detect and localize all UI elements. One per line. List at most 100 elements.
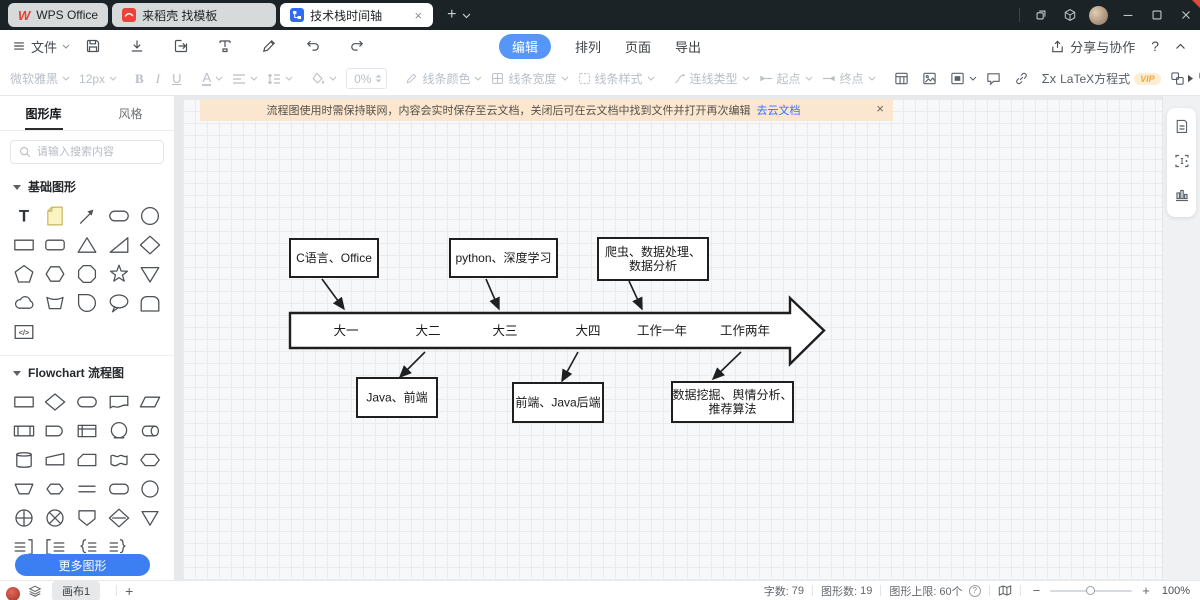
shape-direct-data[interactable] [134,416,166,445]
shape-speech-bubble[interactable] [103,288,135,317]
underline-button[interactable]: U [172,71,181,86]
nav-arrange[interactable]: 排列 [575,37,601,56]
tab-style[interactable]: 风格 [87,96,174,130]
shape-star[interactable] [103,259,135,288]
connector-arrow[interactable] [629,281,642,309]
zoom-slider[interactable] [1050,590,1132,592]
tab-shape-library[interactable]: 图形库 [0,96,87,130]
shape-rectangle[interactable] [8,230,40,259]
shape-loop-limit[interactable] [103,416,135,445]
page-setup-icon[interactable] [1174,153,1190,172]
shape-off-page-connector[interactable] [71,503,103,532]
minimize-icon[interactable] [1113,0,1142,30]
font-family-select[interactable]: 微软雅黑 [10,70,70,87]
nav-page[interactable]: 页面 [625,37,651,56]
shape-internal-storage[interactable] [71,416,103,445]
start-point-button[interactable]: 起点 [759,70,813,87]
latex-button[interactable]: Σx LaTeX方程式 VIP [1042,70,1161,87]
close-tab-icon[interactable]: × [413,8,423,23]
shape-split-diamond[interactable] [103,503,135,532]
end-point-button[interactable]: 终点 [822,70,876,87]
timeline-label[interactable]: 大一 [333,324,358,338]
shape-inverted-triangle[interactable] [134,259,166,288]
shape-text[interactable]: T [8,201,40,230]
shape-terminator[interactable] [71,387,103,416]
shape-process[interactable] [8,387,40,416]
timeline-label[interactable]: 大二 [415,324,440,338]
minimap-icon[interactable] [998,584,1012,597]
shape-teardrop[interactable] [71,288,103,317]
nav-export[interactable]: 导出 [675,37,701,56]
bottom-box-1[interactable]: Java、前端 [357,378,437,417]
zoom-in-button[interactable]: + [1138,583,1154,598]
redo-button[interactable] [349,38,365,54]
insert-image-button[interactable] [922,71,937,86]
group-button[interactable] [1170,71,1185,86]
top-box-2[interactable]: python、深度学习 [450,239,557,277]
shape-rounded-rectangle[interactable] [40,230,72,259]
shape-database[interactable] [8,445,40,474]
tab-document[interactable]: 技术栈时间轴 × [280,3,433,27]
shape-document[interactable] [103,387,135,416]
canvas[interactable]: 大一大二大三大四工作一年工作两年C语言、Officepython、深度学习爬虫、… [175,96,1162,580]
shape-or-junction[interactable] [40,503,72,532]
expand-panel-icon[interactable] [1187,72,1194,86]
shape-round-top-rectangle[interactable] [134,288,166,317]
import-button[interactable] [173,38,189,54]
connector-arrow[interactable] [400,352,425,377]
shape-arc-trapezoid[interactable] [40,288,72,317]
insert-frame-button[interactable] [950,71,977,86]
timeline-label[interactable]: 大四 [575,324,600,338]
shape-rounded-process[interactable] [103,474,135,503]
shape-delay[interactable] [40,416,72,445]
shape-preparation[interactable] [134,445,166,474]
link-button[interactable] [1014,71,1029,86]
timeline-label[interactable]: 大三 [492,324,517,338]
chart-panel-icon[interactable] [1174,187,1190,206]
connector-arrow[interactable] [486,279,499,309]
shape-diamond[interactable] [134,230,166,259]
shape-summing-junction[interactable] [8,503,40,532]
font-size-select[interactable]: 12px [79,72,117,86]
section-flowchart[interactable]: Flowchart 流程图 [0,356,174,384]
banner-close-icon[interactable]: × [876,101,884,116]
align-button[interactable] [232,73,258,85]
section-basic-shapes[interactable]: 基础图形 [0,170,174,198]
shape-decision[interactable] [40,387,72,416]
shape-line-arrow[interactable] [71,201,103,230]
search-input[interactable] [37,146,147,158]
edit-pencil-button[interactable] [261,38,277,54]
shape-octagon[interactable] [71,259,103,288]
download-button[interactable] [129,38,145,54]
line-color-button[interactable]: 线条颜色 [405,70,482,87]
apps-cube-icon[interactable] [1055,0,1084,30]
add-canvas-button[interactable]: + [125,583,133,599]
shape-double-line[interactable] [71,474,103,503]
bold-button[interactable]: B [135,71,144,87]
banner-link[interactable]: 去云文档 [757,102,801,118]
avatar[interactable] [1084,0,1113,30]
shape-manual-input[interactable] [40,445,72,474]
shape-trapezoid[interactable] [8,474,40,503]
shape-hexagon-node[interactable] [40,474,72,503]
shape-stadium[interactable] [103,201,135,230]
shape-merge-triangle[interactable] [134,503,166,532]
line-style-button[interactable]: 线条样式 [578,70,655,87]
tab-wps-office[interactable]: W WPS Office [8,3,108,27]
format-painter-button[interactable] [217,38,233,54]
shape-circle-node[interactable] [134,474,166,503]
more-shapes-button[interactable]: 更多图形 [15,554,150,576]
line-width-button[interactable]: 线条宽度 [491,70,568,87]
bottom-box-2[interactable]: 前端、Java后端 [513,383,603,422]
timeline-label[interactable]: 工作两年 [720,324,770,338]
fill-color-button[interactable] [311,72,337,85]
tabs-chevron-down-icon[interactable] [462,13,471,19]
shape-wave-flag[interactable] [103,445,135,474]
connector-arrow[interactable] [322,279,344,309]
help-button[interactable]: ? [1151,38,1159,54]
shape-code-block[interactable]: </> [8,317,40,346]
connector-arrow[interactable] [713,352,741,379]
italic-button[interactable]: I [156,71,160,87]
shape-right-triangle[interactable] [103,230,135,259]
restore-window-icon[interactable] [1026,0,1055,30]
